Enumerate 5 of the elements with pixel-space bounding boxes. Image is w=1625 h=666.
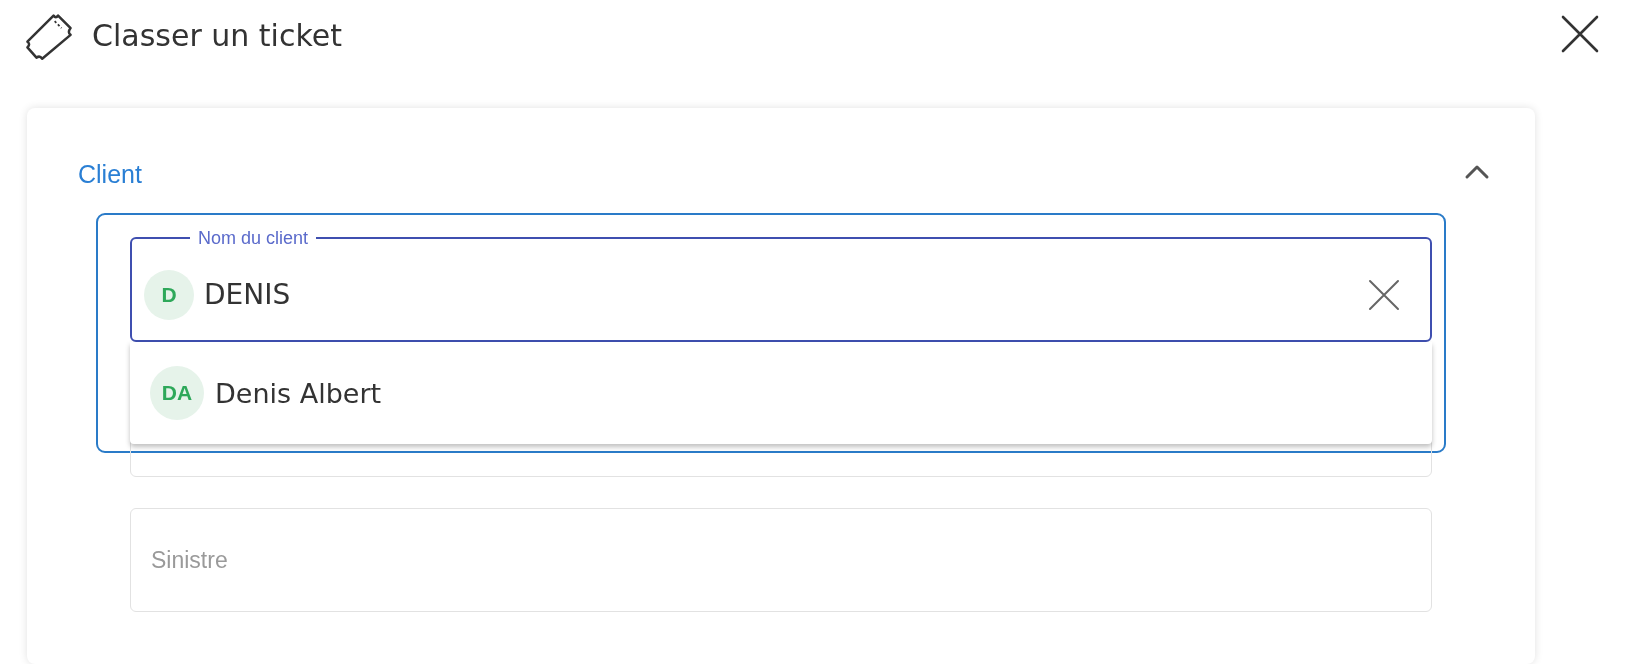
field-label: Nom du client bbox=[197, 227, 310, 249]
dialog-title: Classer un ticket bbox=[92, 17, 342, 53]
suggestion-name: Denis Albert bbox=[215, 377, 382, 409]
avatar: D bbox=[144, 269, 194, 320]
avatar: DA bbox=[150, 366, 204, 420]
